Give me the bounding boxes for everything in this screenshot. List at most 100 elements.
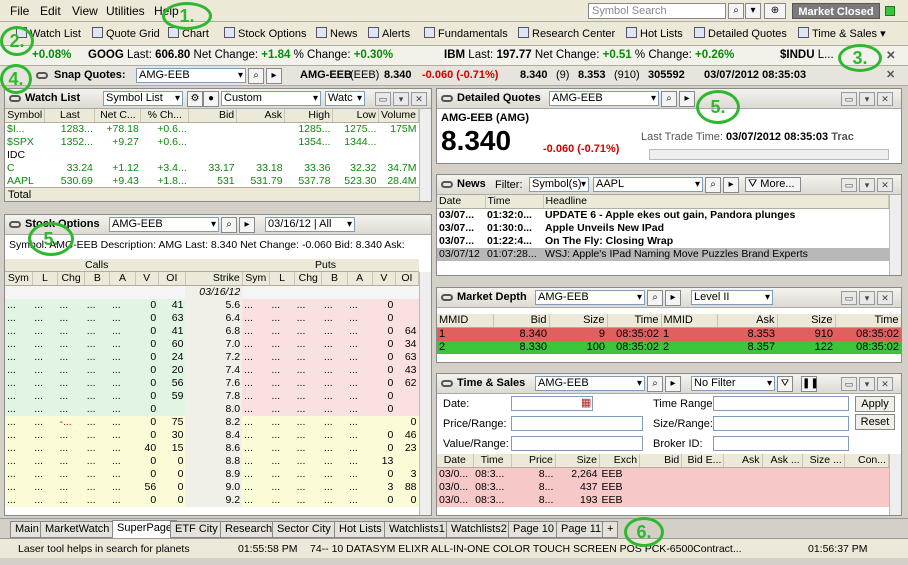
status-message[interactable]: Laser tool helps in search for planets — [18, 543, 190, 555]
table-row[interactable]: ............... 0 0 8.8............... 13 — [5, 455, 419, 468]
scrollbar[interactable] — [889, 454, 901, 515]
more-button[interactable]: ⛛ More... — [745, 177, 801, 192]
search-icon[interactable]: ⌕ — [661, 91, 677, 107]
pause-icon[interactable]: ❚❚ — [801, 376, 819, 392]
toolbar-news[interactable]: News — [316, 27, 358, 40]
menu-file[interactable]: File — [10, 4, 29, 18]
table-row[interactable]: ............... 0 24 7.2............... 0 63 — [5, 351, 419, 364]
tab-sector-city[interactable]: Sector City — [272, 521, 336, 538]
table-row[interactable]: ...... -......... 0 75 8.2............... 0 — [5, 416, 419, 429]
call-col-v[interactable]: V — [135, 272, 159, 286]
tab-hot-lists[interactable]: Hot Lists — [334, 521, 387, 538]
toolbar-stock-options[interactable]: Stock Options — [224, 27, 306, 40]
col-date[interactable]: Date — [437, 195, 486, 209]
table-row[interactable]: $SPX 1352... +9.27 +0.6... 1354... 1344... — [5, 136, 419, 149]
menu-down-icon[interactable]: ▾ — [859, 291, 875, 305]
restore-icon[interactable]: ▭ — [841, 377, 857, 391]
restore-icon[interactable]: ▭ — [375, 92, 391, 106]
options-symbol-dropdown[interactable]: AMG-EEB — [109, 217, 219, 232]
value-range-field[interactable] — [511, 436, 643, 451]
table-row[interactable]: ............... 0 59 7.8............... 0 — [5, 390, 419, 403]
link-icon[interactable] — [441, 95, 453, 102]
play-icon[interactable]: ▸ — [239, 217, 255, 233]
ts-col[interactable]: Bid — [639, 454, 683, 468]
toolbar-fundamentals[interactable]: Fundamentals — [424, 27, 508, 40]
call-col-chg[interactable]: Chg — [57, 272, 86, 286]
symbol-search-input[interactable]: Symbol Search — [588, 3, 726, 19]
reset-button[interactable]: Reset — [855, 414, 895, 430]
play-icon[interactable]: ▸ — [723, 177, 739, 193]
close-icon[interactable]: ✕ — [877, 291, 893, 305]
col-headline[interactable]: Headline — [543, 195, 889, 209]
watchlist-dropdown[interactable]: Watc — [325, 91, 365, 106]
close-icon[interactable]: ✕ — [886, 68, 895, 81]
table-row[interactable]: $I... 1283... +78.18 +0.6... 1285... 1275... 1… — [5, 123, 419, 137]
tab-research[interactable]: Research — [220, 521, 278, 538]
menu-utilities[interactable]: Utilities — [106, 4, 145, 18]
tab-main[interactable]: Main — [10, 521, 44, 538]
ts-col[interactable]: Size ... — [802, 454, 845, 468]
col-volume[interactable]: Volume — [378, 109, 420, 123]
col-mmid[interactable]: MMID — [437, 314, 494, 328]
search-icon[interactable]: ⌕ — [705, 177, 721, 193]
filter-icon[interactable]: ⛛ — [777, 376, 793, 392]
put-col-chg[interactable]: Chg — [294, 272, 323, 286]
calendar-icon[interactable]: ▦ — [581, 396, 591, 409]
price-range-field[interactable] — [511, 416, 643, 431]
put-col-v[interactable]: V — [372, 272, 396, 286]
play-icon[interactable]: ▸ — [665, 290, 681, 306]
link-icon[interactable] — [36, 72, 48, 79]
tab-marketwatch[interactable]: MarketWatch — [40, 521, 115, 538]
apply-button[interactable]: Apply — [855, 396, 895, 412]
put-col-sym[interactable]: Sym — [242, 272, 270, 286]
depth-symbol-dropdown[interactable]: AMG-EEB — [535, 290, 645, 305]
col-size[interactable]: Size — [777, 314, 836, 328]
toolbar-hot-lists[interactable]: Hot Lists — [626, 27, 683, 40]
tab-watchlists2[interactable]: Watchlists2 — [446, 521, 512, 538]
col-bid[interactable]: Bid — [493, 314, 550, 328]
link-icon[interactable]: ⊕ — [764, 3, 786, 19]
col-low[interactable]: Low — [332, 109, 379, 123]
table-row[interactable]: ............... 0 60 7.0............... 0 34 — [5, 338, 419, 351]
search-icon[interactable]: ⌕ — [647, 290, 663, 306]
table-row[interactable]: ............... 0 20 7.4............... 0 43 — [5, 364, 419, 377]
close-icon[interactable]: ✕ — [411, 92, 427, 106]
table-row[interactable]: ............... 56 0 9.0............... 3 88 — [5, 481, 419, 494]
play-icon[interactable]: ▸ — [679, 91, 695, 107]
tab-watchlists1[interactable]: Watchlists1 — [384, 521, 450, 538]
menu-edit[interactable]: Edit — [40, 4, 61, 18]
ts-col[interactable]: Ask — [723, 454, 763, 468]
search-icon[interactable]: ⌕ — [248, 68, 264, 84]
put-col-a[interactable]: A — [347, 272, 373, 286]
tab-etf-city[interactable]: ETF City — [170, 521, 223, 538]
toolbar-research-center[interactable]: Research Center — [518, 27, 615, 40]
ts-filter-dropdown[interactable]: No Filter — [691, 376, 775, 391]
col-size[interactable]: Size — [549, 314, 608, 328]
toolbar-time-sales[interactable]: Time & Sales ▾ — [798, 27, 886, 40]
table-row[interactable]: ............... 0 41 5.6............... 0 — [5, 299, 419, 312]
menu-down-icon[interactable]: ▾ — [859, 377, 875, 391]
call-col-b[interactable]: B — [84, 272, 111, 286]
list-item[interactable]: 03/07... 01:32:0... UPDATE 6 - Apple ekes … — [437, 209, 889, 223]
table-row[interactable]: ............... 0 30 8.4............... 0 46 — [5, 429, 419, 442]
table-row[interactable]: ............... 0 56 7.6............... 0 62 — [5, 377, 419, 390]
link-icon[interactable] — [441, 380, 453, 387]
horizontal-scrollbar[interactable] — [649, 149, 889, 160]
col-pct-change[interactable]: % Ch... — [140, 109, 190, 123]
search-icon[interactable]: ⌕ — [647, 376, 663, 392]
chevron-down-icon[interactable]: ▾ — [745, 3, 761, 19]
tab-page-11[interactable]: Page 11 — [556, 521, 607, 538]
col-mmid[interactable]: MMID — [661, 314, 718, 328]
ts-col[interactable]: Bid E... — [681, 454, 725, 468]
col-high[interactable]: High — [284, 109, 333, 123]
restore-icon[interactable]: ▭ — [841, 291, 857, 305]
size-range-field[interactable] — [713, 416, 849, 431]
ts-col[interactable]: Price — [511, 454, 556, 468]
ts-col[interactable]: Time — [473, 454, 512, 468]
put-col-l[interactable]: L — [269, 272, 296, 286]
call-col-a[interactable]: A — [109, 272, 136, 286]
table-row[interactable]: 03/0... 08:3... 8... 193 EEB — [437, 494, 889, 507]
restore-icon[interactable]: ▭ — [841, 92, 857, 106]
close-icon[interactable]: ✕ — [877, 92, 893, 106]
link-icon[interactable] — [441, 181, 453, 188]
